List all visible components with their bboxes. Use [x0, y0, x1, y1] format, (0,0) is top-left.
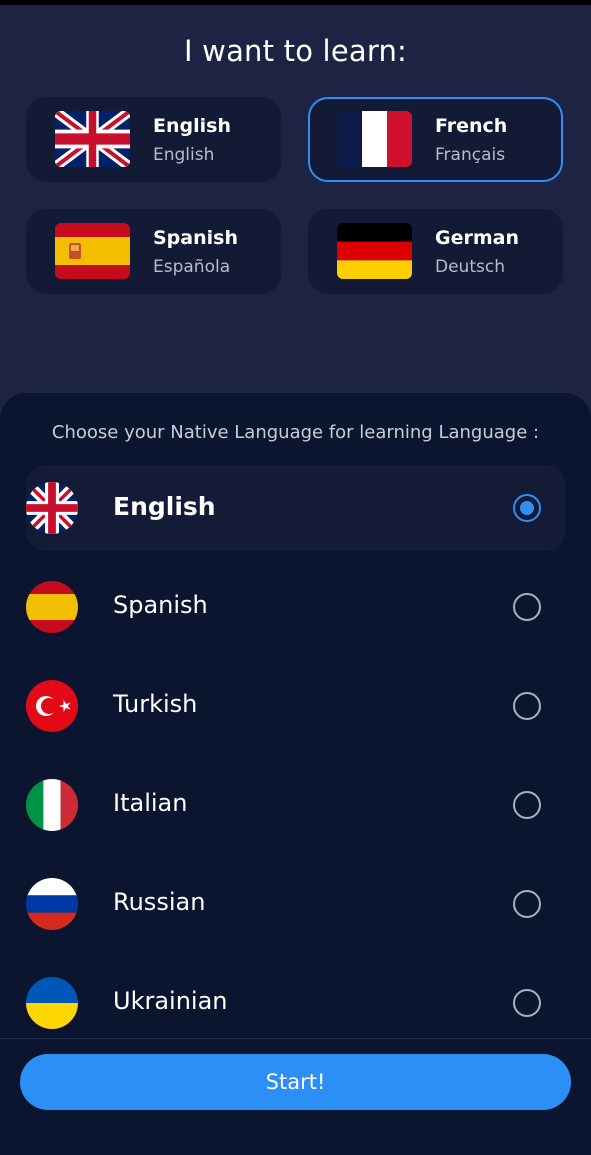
learn-option-native: Deutsch	[435, 257, 505, 277]
start-button[interactable]: Start!	[20, 1054, 571, 1110]
italy-flag-icon	[26, 779, 78, 831]
radio-button[interactable]	[513, 692, 541, 720]
france-flag-icon	[337, 111, 412, 167]
native-option-russian[interactable]: Russian	[26, 861, 565, 947]
native-option-label: English	[113, 492, 216, 521]
learn-option-native: Española	[153, 257, 231, 277]
radio-button-selected[interactable]	[513, 494, 541, 522]
turkey-flag-icon	[26, 680, 78, 732]
spain-flag-icon	[26, 581, 78, 633]
native-option-turkish[interactable]: Turkish	[26, 663, 565, 749]
uk-flag-icon	[55, 111, 130, 167]
germany-flag-icon	[337, 223, 412, 279]
radio-button[interactable]	[513, 791, 541, 819]
native-option-spanish[interactable]: Spanish	[26, 564, 565, 650]
learn-option-name: French	[435, 115, 508, 137]
divider	[0, 1038, 591, 1039]
learn-option-name: German	[435, 227, 519, 249]
learn-option-german[interactable]: German Deutsch	[308, 209, 563, 294]
learn-option-french[interactable]: French Français	[308, 97, 563, 182]
native-option-label: Ukrainian	[113, 987, 228, 1015]
learn-option-spanish[interactable]: Spanish Española	[26, 209, 281, 294]
learn-option-name: English	[153, 115, 231, 137]
radio-button[interactable]	[513, 989, 541, 1017]
learn-option-native: Français	[435, 145, 506, 165]
learn-option-native: English	[153, 145, 215, 165]
russia-flag-icon	[26, 878, 78, 930]
radio-button[interactable]	[513, 593, 541, 621]
native-option-label: Russian	[113, 888, 206, 916]
learn-option-english[interactable]: English English	[26, 97, 281, 182]
native-option-label: Spanish	[113, 591, 208, 619]
native-option-english[interactable]: English	[26, 465, 565, 551]
spain-flag-icon	[55, 223, 130, 279]
learn-panel: I want to learn: English English French …	[0, 0, 591, 430]
native-language-subtitle: Choose your Native Language for learning…	[51, 422, 540, 443]
ukraine-flag-icon	[26, 977, 78, 1029]
native-option-ukrainian[interactable]: Ukrainian	[26, 960, 565, 1046]
native-option-label: Turkish	[113, 690, 198, 718]
status-bar	[0, 0, 591, 5]
radio-button[interactable]	[513, 890, 541, 918]
page-title: I want to learn:	[184, 34, 407, 68]
learn-option-name: Spanish	[153, 227, 238, 249]
native-option-label: Italian	[113, 789, 188, 817]
native-option-italian[interactable]: Italian	[26, 762, 565, 848]
uk-flag-icon	[26, 482, 78, 534]
